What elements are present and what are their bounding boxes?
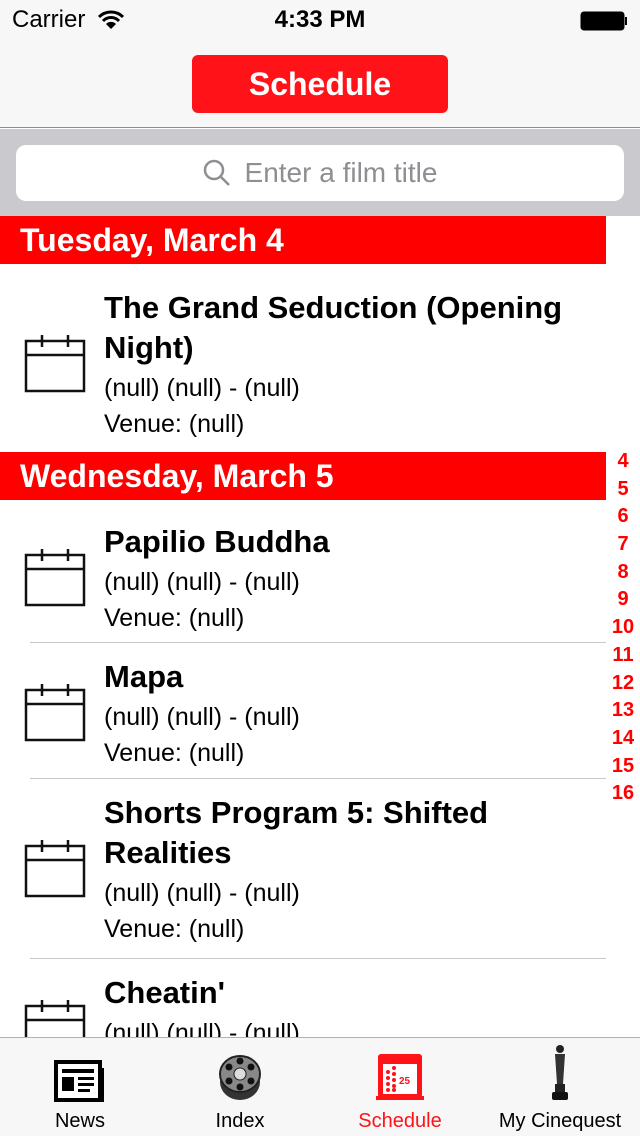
- list-item[interactable]: Papilio Buddha (null) (null) - (null) Ve…: [0, 500, 606, 643]
- tab-bar: News Index 25 Schedule My Cinequest: [0, 1037, 640, 1136]
- venue: Venue: (null): [104, 915, 245, 943]
- showtime: (null) (null) - (null): [104, 703, 300, 731]
- tab-label: My Cinequest: [498, 1110, 622, 1132]
- venue: Venue: (null): [104, 604, 245, 632]
- tab-label: Schedule: [358, 1110, 442, 1132]
- calendar-icon: 25: [376, 1054, 424, 1100]
- calendar-icon: [24, 840, 86, 903]
- venue: Venue: (null): [104, 739, 245, 767]
- tab-label: Index: [215, 1110, 265, 1132]
- index-item[interactable]: 6: [606, 503, 640, 531]
- tab-index[interactable]: Index: [160, 1038, 320, 1136]
- clock: 4:33 PM: [274, 6, 366, 33]
- film-title: The Grand Seduction (Opening Night): [104, 290, 563, 365]
- index-item[interactable]: 11: [606, 642, 640, 670]
- index-item[interactable]: 7: [606, 531, 640, 559]
- list-item[interactable]: Mapa (null) (null) - (null) Venue: (null…: [0, 643, 606, 779]
- index-item[interactable]: 9: [606, 586, 640, 614]
- schedule-title-button[interactable]: Schedule: [192, 55, 448, 113]
- status-bar: Carrier 4:33 PM: [0, 0, 640, 40]
- search-icon: [203, 159, 230, 186]
- section-header: Tuesday, March 4: [0, 216, 606, 264]
- index-item[interactable]: 12: [606, 670, 640, 698]
- tab-label: News: [54, 1110, 105, 1132]
- index-item[interactable]: 8: [606, 559, 640, 587]
- film-title: Cheatin': [104, 975, 226, 1010]
- calendar-icon: [24, 549, 86, 612]
- showtime: (null) (null) - (null): [104, 1019, 300, 1037]
- showtime: (null) (null) - (null): [104, 568, 300, 596]
- index-item[interactable]: 15: [606, 753, 640, 781]
- venue: Venue: (null): [104, 410, 245, 438]
- battery-icon: [580, 11, 627, 31]
- index-item[interactable]: 10: [606, 614, 640, 642]
- search-bar: Enter a film title: [0, 129, 640, 216]
- search-input[interactable]: Enter a film title: [16, 145, 624, 201]
- index-item[interactable]: 4: [606, 448, 640, 476]
- calendar-icon: [24, 684, 86, 747]
- index-item[interactable]: 13: [606, 697, 640, 725]
- calendar-icon: [24, 1000, 86, 1037]
- svg-text:25: 25: [399, 1076, 411, 1087]
- section-index[interactable]: 4 5 6 7 8 9 10 11 12 13 14 15 16: [606, 448, 640, 808]
- section-header: Wednesday, March 5: [0, 452, 606, 500]
- tab-news[interactable]: News: [0, 1038, 160, 1136]
- film-title: Mapa: [104, 659, 184, 694]
- search-placeholder: Enter a film title: [244, 157, 438, 188]
- index-item[interactable]: 5: [606, 476, 640, 504]
- tab-schedule[interactable]: 25 Schedule: [320, 1038, 480, 1136]
- newspaper-icon: [54, 1060, 104, 1102]
- statuette-icon: [552, 1045, 568, 1100]
- index-item[interactable]: 14: [606, 725, 640, 753]
- list-item[interactable]: Cheatin' (null) (null) - (null) Venue: (…: [0, 959, 606, 1037]
- film-title: Shorts Program 5: Shifted Realities: [104, 795, 489, 870]
- nav-bar: Schedule: [0, 40, 640, 128]
- showtime: (null) (null) - (null): [104, 879, 300, 907]
- index-item[interactable]: 16: [606, 780, 640, 808]
- film-reel-icon: [219, 1055, 261, 1100]
- film-title: Papilio Buddha: [104, 524, 330, 559]
- calendar-icon: [24, 335, 86, 398]
- list-item[interactable]: The Grand Seduction (Opening Night) (nul…: [0, 264, 606, 452]
- tab-my-cinequest[interactable]: My Cinequest: [480, 1038, 640, 1136]
- showtime: (null) (null) - (null): [104, 374, 300, 402]
- list-item[interactable]: Shorts Program 5: Shifted Realities (nul…: [0, 779, 606, 959]
